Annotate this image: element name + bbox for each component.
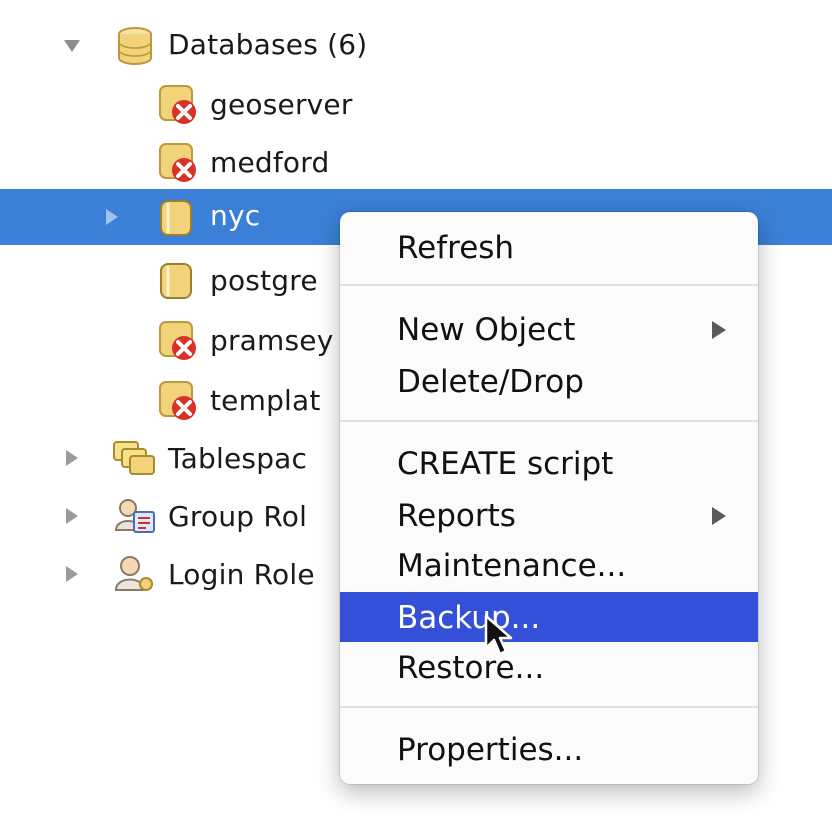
login-roles-icon [112, 554, 158, 594]
tree-label-database: medford [210, 146, 330, 179]
menu-item-reports[interactable]: Reports [340, 490, 758, 540]
group-roles-icon [112, 496, 158, 536]
menu-item-properties[interactable]: Properties... [340, 724, 758, 774]
menu-item-refresh[interactable]: Refresh [340, 222, 758, 272]
tree-label-login-roles: Login Role [168, 558, 315, 591]
menu-item-label: Backup... [397, 600, 541, 636]
tree-node-database[interactable]: medford [0, 134, 832, 190]
menu-item-restore[interactable]: Restore... [340, 642, 758, 692]
expand-arrow-icon[interactable] [66, 508, 78, 524]
menu-item-new-object[interactable]: New Object [340, 304, 758, 354]
database-disconnected-icon [158, 142, 202, 184]
tree-label-database: geoserver [210, 88, 353, 121]
mouse-cursor-icon [484, 614, 514, 662]
menu-item-label: Delete/Drop [397, 364, 584, 400]
databases-icon [116, 26, 154, 66]
tree-label-tablespaces: Tablespac [168, 442, 308, 475]
context-menu: Refresh New Object Delete/Drop CREATE sc… [340, 212, 758, 784]
expand-arrow-icon[interactable] [66, 566, 78, 582]
tree-label-database: templat [210, 384, 321, 417]
menu-item-label: Reports [397, 498, 516, 534]
database-disconnected-icon [158, 380, 202, 422]
menu-separator [340, 706, 758, 708]
tree-label-database: pramsey [210, 324, 334, 357]
database-icon [158, 199, 194, 237]
menu-item-backup[interactable]: Backup... [340, 592, 758, 642]
menu-item-create-script[interactable]: CREATE script [340, 438, 758, 488]
tree-node-database[interactable]: geoserver [0, 76, 832, 132]
menu-item-label: Properties... [397, 732, 584, 768]
menu-separator [340, 420, 758, 422]
submenu-arrow-icon [712, 507, 726, 525]
menu-item-delete-drop[interactable]: Delete/Drop [340, 356, 758, 406]
expand-arrow-icon[interactable] [64, 40, 80, 52]
tree-label-database: nyc [210, 199, 261, 232]
menu-item-label: Restore... [397, 650, 545, 686]
menu-item-label: CREATE script [397, 446, 614, 482]
tablespace-icon [110, 438, 156, 478]
menu-item-label: Refresh [397, 230, 515, 266]
tree-label-group-roles: Group Rol [168, 500, 308, 533]
menu-separator [340, 284, 758, 286]
database-icon [158, 262, 194, 300]
expand-arrow-icon[interactable] [66, 450, 78, 466]
database-disconnected-icon [158, 84, 202, 126]
submenu-arrow-icon [712, 321, 726, 339]
expand-arrow-icon[interactable] [106, 209, 118, 225]
tree-label-database: postgre [210, 264, 318, 297]
menu-item-label: New Object [397, 312, 576, 348]
tree-node-databases[interactable]: Databases (6) [0, 16, 832, 72]
tree-label-databases: Databases (6) [168, 28, 368, 61]
database-disconnected-icon [158, 320, 202, 362]
menu-item-label: Maintenance... [397, 548, 627, 584]
menu-item-maintenance[interactable]: Maintenance... [340, 540, 758, 590]
